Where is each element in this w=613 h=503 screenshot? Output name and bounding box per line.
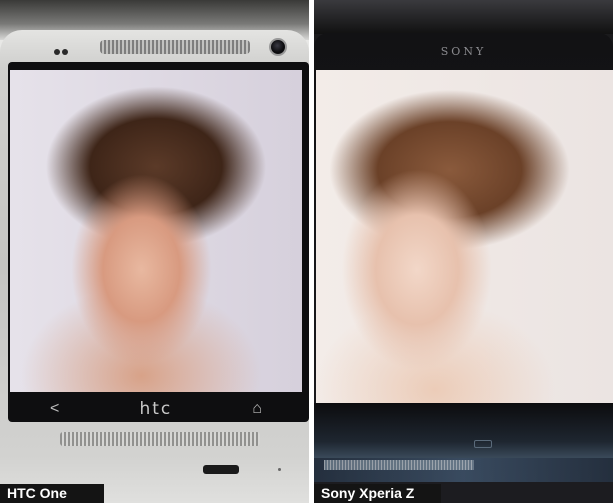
sony-label-strip xyxy=(324,460,474,470)
sony-bottom-bezel xyxy=(314,403,613,458)
sony-logo: SONY xyxy=(440,45,487,58)
htc-usb-port xyxy=(203,465,239,474)
camera-icon xyxy=(269,38,287,56)
sony-screen-portrait xyxy=(316,70,613,403)
back-icon: < xyxy=(50,400,60,417)
htc-logo: htc xyxy=(139,399,173,419)
sony-xperia-panel: SONY xyxy=(314,0,613,503)
htc-navbar: < htc ⌂ xyxy=(10,395,302,423)
htc-top-speaker-grille xyxy=(100,40,250,54)
htc-proximity-sensor xyxy=(54,42,72,55)
htc-mic-hole xyxy=(278,468,281,471)
caption-sony-xperia-z: Sony Xperia Z xyxy=(314,484,441,503)
sony-top-edge xyxy=(314,0,613,34)
htc-bottom-speaker-grille xyxy=(60,432,260,446)
htc-one-panel: < htc ⌂ xyxy=(0,0,309,503)
htc-screen-portrait xyxy=(10,70,302,392)
caption-htc-one: HTC One xyxy=(0,484,104,503)
home-icon: ⌂ xyxy=(252,400,262,417)
sony-port xyxy=(474,440,492,448)
